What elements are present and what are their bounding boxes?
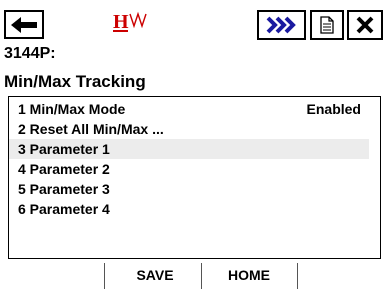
menu-item-label: 6 Parameter 4 [18, 201, 110, 217]
logo-text: H [113, 11, 129, 33]
menu-item-parameter-3[interactable]: 5 Parameter 3 [9, 179, 369, 199]
menu-item-min-max-mode[interactable]: 1 Min/Max Mode Enabled [9, 99, 369, 119]
menu-item-reset-all[interactable]: 2 Reset All Min/Max ... [9, 119, 369, 139]
back-arrow-icon [11, 16, 37, 33]
document-button[interactable] [310, 10, 344, 40]
softkey-divider [104, 263, 105, 289]
fast-forward-icon [266, 16, 296, 34]
menu-item-parameter-2[interactable]: 4 Parameter 2 [9, 159, 369, 179]
menu-item-label: 4 Parameter 2 [18, 161, 110, 177]
softkey-divider [297, 263, 298, 289]
close-icon [356, 16, 374, 34]
document-icon [320, 16, 334, 34]
back-button[interactable] [4, 10, 44, 39]
menu-item-label: 1 Min/Max Mode [18, 101, 126, 117]
fast-forward-button[interactable] [257, 10, 306, 40]
page-title: Min/Max Tracking [4, 72, 146, 91]
save-button[interactable]: SAVE [110, 261, 200, 289]
menu-item-label: 5 Parameter 3 [18, 181, 110, 197]
device-tag: 3144P: [4, 45, 56, 62]
softkey-divider [201, 263, 202, 289]
menu-item-value: Enabled [306, 101, 361, 117]
menu-item-label: 3 Parameter 1 [18, 141, 110, 157]
menu-item-label: 2 Reset All Min/Max ... [18, 121, 164, 137]
hart-logo: H [111, 8, 161, 40]
menu-list: 1 Min/Max Mode Enabled 2 Reset All Min/M… [8, 96, 381, 259]
close-button[interactable] [347, 10, 383, 40]
menu-item-parameter-1[interactable]: 3 Parameter 1 [9, 139, 369, 159]
home-button[interactable]: HOME [204, 261, 294, 289]
menu-item-parameter-4[interactable]: 6 Parameter 4 [9, 199, 369, 219]
